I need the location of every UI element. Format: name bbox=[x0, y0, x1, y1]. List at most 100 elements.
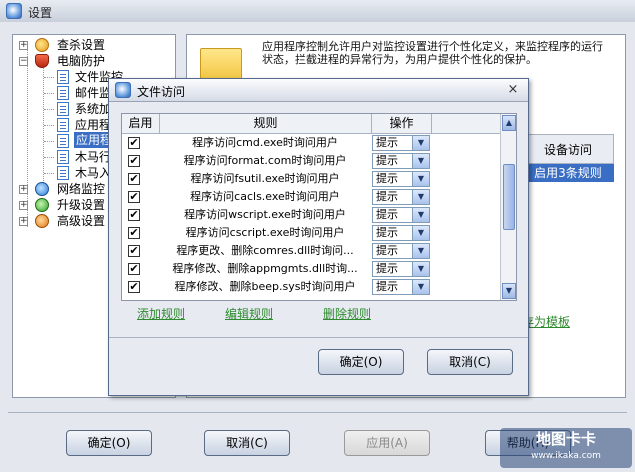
tree-item-label: 升级设置 bbox=[57, 198, 106, 212]
scan-settings-icon bbox=[35, 38, 49, 52]
document-icon bbox=[57, 102, 69, 116]
dialog-cancel-button[interactable]: 取消(C) bbox=[427, 349, 513, 375]
document-icon bbox=[57, 150, 69, 164]
action-select[interactable]: 提示 ▼ bbox=[372, 243, 430, 259]
column-header-enabled[interactable]: 启用 bbox=[122, 114, 160, 133]
enable-checkbox[interactable]: ✔ bbox=[128, 227, 140, 239]
chevron-down-icon[interactable]: ▼ bbox=[412, 208, 429, 222]
apply-button[interactable]: 应用(A) bbox=[344, 430, 430, 456]
chevron-down-icon[interactable]: ▼ bbox=[412, 226, 429, 240]
enable-checkbox[interactable]: ✔ bbox=[128, 173, 140, 185]
enable-checkbox[interactable]: ✔ bbox=[128, 245, 140, 257]
table-row[interactable]: ✔ 程序更改、删除comres.dll时询问... 提示 ▼ bbox=[122, 242, 500, 260]
dialog-ok-button[interactable]: 确定(O) bbox=[318, 349, 404, 375]
tree-item-label: 电脑防护 bbox=[57, 54, 106, 68]
tree-item-label: 高级设置 bbox=[57, 214, 106, 228]
table-row[interactable]: ✔ 程序修改、删除appmgmts.dll时询... 提示 ▼ bbox=[122, 260, 500, 278]
chevron-down-icon[interactable]: ▼ bbox=[412, 136, 429, 150]
tree-connector bbox=[44, 77, 54, 78]
table-row[interactable]: ✔ 程序访问cmd.exe时询问用户 提示 ▼ bbox=[122, 134, 500, 152]
column-header-action[interactable]: 操作 bbox=[372, 114, 432, 133]
collapse-icon[interactable]: − bbox=[19, 57, 28, 66]
table-row[interactable]: ✔ 程序访问fsutil.exe时询问用户 提示 ▼ bbox=[122, 170, 500, 188]
enable-checkbox[interactable]: ✔ bbox=[128, 191, 140, 203]
file-access-dialog: 文件访问 × 启用 规则 操作 ✔ 程序访问cmd.exe时询问用户 提示 ▼ ✔… bbox=[108, 78, 529, 396]
action-value: 提示 bbox=[376, 226, 398, 239]
rule-text: 程序修改、删除appmgmts.dll时询... bbox=[172, 262, 358, 275]
enable-checkbox[interactable]: ✔ bbox=[128, 155, 140, 167]
rule-text: 程序修改、删除beep.sys时询问用户 bbox=[174, 280, 356, 293]
divider bbox=[8, 412, 627, 413]
scroll-up-icon[interactable]: ▲ bbox=[502, 115, 516, 131]
scroll-down-icon[interactable]: ▼ bbox=[502, 283, 516, 299]
action-select[interactable]: 提示 ▼ bbox=[372, 153, 430, 169]
dialog-title-bar: 文件访问 × bbox=[109, 79, 528, 102]
watermark-logo: 地图卡卡 www.ikaka.com bbox=[500, 428, 632, 468]
rule-text: 程序更改、删除comres.dll时询问... bbox=[176, 244, 354, 257]
tree-connector bbox=[44, 109, 54, 110]
delete-rule-link[interactable]: 删除规则 bbox=[323, 305, 371, 322]
save-as-template-link[interactable]: 存为模板 bbox=[522, 313, 570, 330]
chevron-down-icon[interactable]: ▼ bbox=[412, 154, 429, 168]
rule-text: 程序访问cscript.exe时询问用户 bbox=[185, 226, 345, 239]
table-row[interactable]: ✔ 程序访问wscript.exe时询问用户 提示 ▼ bbox=[122, 206, 500, 224]
vertical-scrollbar[interactable]: ▲ ▼ bbox=[500, 114, 516, 300]
action-value: 提示 bbox=[376, 190, 398, 203]
action-select[interactable]: 提示 ▼ bbox=[372, 135, 430, 151]
chevron-down-icon[interactable]: ▼ bbox=[412, 280, 429, 294]
enable-checkbox[interactable]: ✔ bbox=[128, 209, 140, 221]
action-value: 提示 bbox=[376, 172, 398, 185]
table-row[interactable]: ✔ 程序修改、删除beep.sys时询问用户 提示 ▼ bbox=[122, 278, 500, 296]
table-row[interactable]: ✔ 程序访问cscript.exe时询问用户 提示 ▼ bbox=[122, 224, 500, 242]
rule-text: 程序访问cacls.exe时询问用户 bbox=[190, 190, 340, 203]
add-rule-link[interactable]: 添加规则 bbox=[137, 305, 185, 322]
dialog-app-icon bbox=[115, 82, 131, 98]
action-value: 提示 bbox=[376, 244, 398, 257]
column-header-device-access[interactable]: 设备访问 bbox=[522, 134, 614, 164]
enable-checkbox[interactable]: ✔ bbox=[128, 137, 140, 149]
tree-connector bbox=[44, 93, 54, 94]
action-value: 提示 bbox=[376, 208, 398, 221]
document-icon bbox=[57, 166, 69, 180]
tree-connector bbox=[44, 173, 54, 174]
table-header: 启用 规则 操作 bbox=[122, 114, 500, 134]
action-select[interactable]: 提示 ▼ bbox=[372, 225, 430, 241]
action-select[interactable]: 提示 ▼ bbox=[372, 279, 430, 295]
selected-rule-cell[interactable]: 启用3条规则 bbox=[522, 164, 614, 182]
table-row[interactable]: ✔ 程序访问cacls.exe时询问用户 提示 ▼ bbox=[122, 188, 500, 206]
edit-rule-link[interactable]: 编辑规则 bbox=[225, 305, 273, 322]
app-icon bbox=[6, 3, 22, 19]
expand-icon[interactable]: + bbox=[19, 41, 28, 50]
folder-icon bbox=[200, 48, 242, 82]
chevron-down-icon[interactable]: ▼ bbox=[412, 190, 429, 204]
action-select[interactable]: 提示 ▼ bbox=[372, 171, 430, 187]
tree-connector bbox=[44, 125, 54, 126]
column-header-rule[interactable]: 规则 bbox=[160, 114, 372, 133]
expand-icon[interactable]: + bbox=[19, 217, 28, 226]
chevron-down-icon[interactable]: ▼ bbox=[412, 172, 429, 186]
chevron-down-icon[interactable]: ▼ bbox=[412, 244, 429, 258]
rule-text: 程序访问wscript.exe时询问用户 bbox=[184, 208, 346, 221]
enable-checkbox[interactable]: ✔ bbox=[128, 263, 140, 275]
table-row[interactable]: ✔ 程序访问format.com时询问用户 提示 ▼ bbox=[122, 152, 500, 170]
chevron-down-icon[interactable]: ▼ bbox=[412, 262, 429, 276]
ok-button[interactable]: 确定(O) bbox=[66, 430, 152, 456]
rule-text: 程序访问fsutil.exe时询问用户 bbox=[190, 172, 340, 185]
tree-connector bbox=[44, 141, 54, 142]
expand-icon[interactable]: + bbox=[19, 185, 28, 194]
enable-checkbox[interactable]: ✔ bbox=[128, 281, 140, 293]
cancel-button[interactable]: 取消(C) bbox=[204, 430, 290, 456]
close-icon[interactable]: × bbox=[505, 82, 521, 98]
action-select[interactable]: 提示 ▼ bbox=[372, 207, 430, 223]
watermark-text: 地图卡卡 bbox=[535, 430, 596, 448]
action-select[interactable]: 提示 ▼ bbox=[372, 261, 430, 277]
tree-item-label: 查杀设置 bbox=[57, 38, 106, 52]
panel-description: 应用程序控制允许用户对监控设置进行个性化定义，来监控程序的运行状态，拦截进程的异… bbox=[262, 40, 603, 66]
action-select[interactable]: 提示 ▼ bbox=[372, 189, 430, 205]
scrollbar-thumb[interactable] bbox=[503, 164, 515, 230]
expand-icon[interactable]: + bbox=[19, 201, 28, 210]
rule-text: 程序访问cmd.exe时询问用户 bbox=[192, 136, 338, 149]
document-icon bbox=[57, 86, 69, 100]
window-title-bar: 设置 bbox=[0, 0, 635, 23]
rule-text: 程序访问format.com时询问用户 bbox=[183, 154, 347, 167]
